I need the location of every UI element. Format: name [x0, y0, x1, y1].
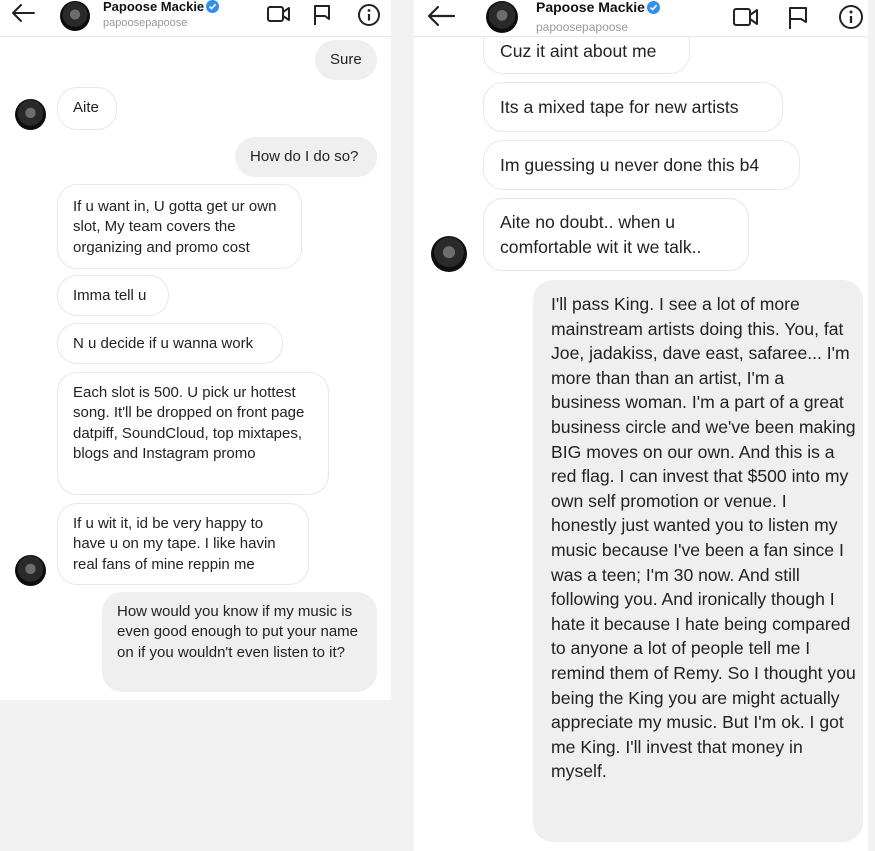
info-icon[interactable] [838, 4, 864, 35]
video-call-icon[interactable] [266, 3, 292, 30]
contact-name-row[interactable]: Papoose Mackie [536, 0, 660, 15]
message-received: If u want in, U gotta get ur own slot, M… [57, 184, 302, 269]
chat-header: Papoose Mackie papoosepapoose [0, 0, 391, 37]
contact-name: Papoose Mackie [103, 0, 205, 14]
sender-avatar[interactable] [15, 99, 46, 130]
flag-icon[interactable] [786, 5, 810, 36]
message-received: N u decide if u wanna work [57, 323, 283, 364]
message-sent: How would you know if my music is even g… [102, 592, 377, 692]
message-sent: How do I do so? [235, 137, 377, 177]
contact-name-row[interactable]: Papoose Mackie [103, 0, 220, 14]
video-call-icon[interactable] [732, 5, 760, 34]
chat-header: Papoose Mackie papoosepapoose [414, 0, 868, 37]
contact-username: papoosepapoose [103, 17, 188, 29]
message-received: If u wit it, id be very happy to have u … [57, 503, 309, 585]
message-received: Im guessing u never done this b4 [483, 140, 800, 190]
left-chat-screenshot: Papoose Mackie papoosepapoose Sure Aite … [0, 0, 391, 700]
verified-badge-icon [646, 1, 660, 14]
info-icon[interactable] [357, 3, 381, 32]
message-sent: Sure [315, 40, 377, 80]
message-received: Aite [57, 87, 117, 130]
sender-avatar[interactable] [431, 236, 467, 272]
back-arrow-icon[interactable] [10, 2, 36, 29]
flag-icon[interactable] [311, 3, 333, 32]
avatar[interactable] [60, 1, 90, 31]
sender-avatar[interactable] [15, 555, 46, 586]
message-received: Aite no doubt.. when u comfortable wit i… [483, 198, 749, 271]
message-received: Each slot is 500. U pick ur hottest song… [57, 372, 329, 495]
message-received: Imma tell u [57, 275, 169, 316]
contact-username: papoosepapoose [536, 20, 629, 34]
contact-name: Papoose Mackie [536, 0, 645, 15]
back-arrow-icon[interactable] [426, 4, 456, 33]
message-sent: I'll pass King. I see a lot of more main… [533, 280, 863, 842]
message-received: Its a mixed tape for new artists [483, 82, 783, 132]
avatar[interactable] [486, 1, 518, 33]
right-chat-screenshot: Papoose Mackie papoosepapoose Cuz it ain… [414, 0, 868, 851]
verified-badge-icon [206, 0, 220, 13]
